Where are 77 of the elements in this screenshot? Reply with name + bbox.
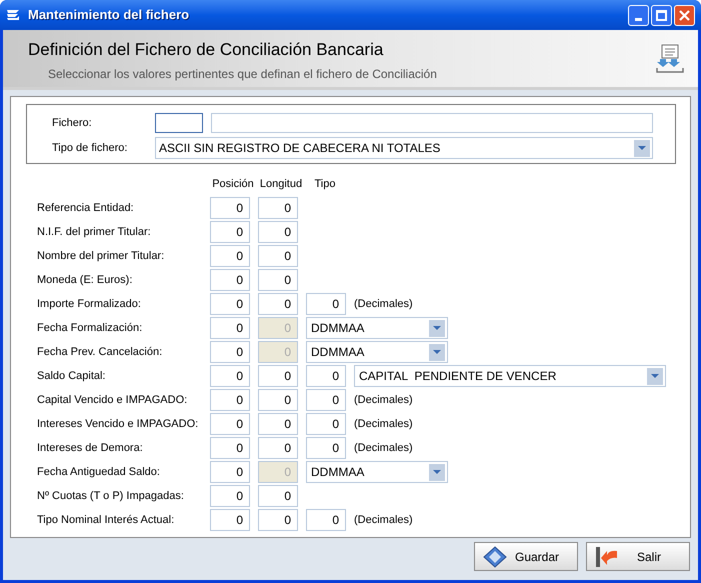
length-field[interactable]: 0 (258, 293, 298, 315)
field-label: Fecha Prev. Cancelación: (37, 344, 164, 360)
column-header: Tipo (314, 176, 336, 192)
header-title: Definición del Fichero de Conciliación Bancaria (28, 39, 384, 61)
file-name-field[interactable] (211, 113, 653, 133)
length-field[interactable]: 0 (258, 389, 298, 411)
position-field[interactable]: 0 (210, 197, 250, 219)
decimals-note: (Decimales) (354, 512, 413, 528)
file-label: Fichero: (52, 116, 93, 131)
file-type-label: Tipo de fichero: (52, 140, 128, 156)
field-label: Referencia Entidad: (37, 200, 135, 216)
minimize-button[interactable] (628, 4, 649, 26)
date-format-dropdown[interactable]: DDMMAA (306, 341, 448, 363)
field-label: Fecha Formalización: (37, 320, 144, 336)
window-title: Mantenimiento del fichero (28, 6, 190, 24)
length-field[interactable]: 0 (258, 509, 298, 531)
position-field[interactable]: 0 (210, 245, 250, 267)
date-format-dropdown[interactable]: DDMMAA (306, 317, 448, 339)
decimals-note: (Decimales) (354, 440, 413, 456)
field-label: Intereses de Demora: (37, 440, 144, 456)
field-label: Moneda (E: Euros): (37, 272, 134, 288)
field-label: N.I.F. del primer Titular: (37, 224, 152, 240)
download-document-icon (655, 44, 685, 74)
decimals-note: (Decimales) (354, 416, 413, 432)
exit-arrow-icon (595, 546, 619, 568)
diamond-icon (483, 546, 507, 568)
date-format-dropdown[interactable]: DDMMAA (306, 461, 448, 483)
maximize-icon (656, 10, 667, 20)
position-field[interactable]: 0 (210, 341, 250, 363)
file-type-dropdown[interactable]: ASCII SIN REGISTRO DE CABECERA NI TOTALES (155, 137, 653, 159)
length-field[interactable]: 0 (258, 365, 298, 387)
column-header: Posición (211, 176, 255, 192)
position-field[interactable]: 0 (210, 485, 250, 507)
type-field[interactable]: 0 (306, 509, 346, 531)
length-field[interactable]: 0 (258, 413, 298, 435)
close-icon (679, 10, 690, 20)
length-field[interactable]: 0 (258, 437, 298, 459)
length-field[interactable]: 0 (258, 269, 298, 291)
length-field[interactable]: 0 (258, 485, 298, 507)
length-field[interactable]: 0 (258, 245, 298, 267)
position-field[interactable]: 0 (210, 293, 250, 315)
type-field[interactable]: 0 (306, 365, 346, 387)
position-field[interactable]: 0 (210, 365, 250, 387)
exit-button[interactable]: Salir (586, 542, 690, 571)
field-label: Tipo Nominal Interés Actual: (37, 512, 176, 528)
position-field[interactable]: 0 (210, 461, 250, 483)
minimize-icon (635, 18, 642, 20)
field-label: Capital Vencido e IMPAGADO: (37, 392, 188, 408)
decimals-note: (Decimales) (354, 296, 413, 312)
length-field[interactable]: 0 (258, 197, 298, 219)
position-field[interactable]: 0 (210, 269, 250, 291)
type-field[interactable]: 0 (306, 293, 346, 315)
decimals-note: (Decimales) (354, 392, 413, 408)
column-header: Longitud (258, 176, 304, 192)
field-label: Saldo Capital: (37, 368, 106, 384)
file-code-field[interactable] (155, 113, 203, 133)
header-subtitle: Seleccionar los valores pertinentes que definan el fichero de Conciliación (48, 66, 437, 82)
field-label: Importe Formalizado: (37, 296, 142, 312)
type-field[interactable]: 0 (306, 413, 346, 435)
position-field[interactable]: 0 (210, 317, 250, 339)
maximize-button[interactable] (651, 4, 672, 26)
position-field[interactable]: 0 (210, 509, 250, 531)
close-button[interactable] (674, 4, 695, 26)
balance-type-dropdown[interactable]: CAPITAL PENDIENTE DE VENCER (354, 365, 666, 387)
type-field[interactable]: 0 (306, 437, 346, 459)
type-field[interactable]: 0 (306, 389, 346, 411)
app-icon (6, 8, 22, 22)
position-field[interactable]: 0 (210, 437, 250, 459)
field-label: Intereses Vencido e IMPAGADO: (37, 416, 200, 432)
position-field[interactable]: 0 (210, 389, 250, 411)
save-button[interactable]: Guardar (474, 542, 578, 571)
field-label: Nombre del primer Titular: (37, 248, 166, 264)
position-field[interactable]: 0 (210, 413, 250, 435)
length-field[interactable]: 0 (258, 221, 298, 243)
position-field[interactable]: 0 (210, 221, 250, 243)
field-label: Nº Cuotas (T o P) Impagadas: (37, 488, 185, 504)
field-label: Fecha Antiguedad Saldo: (37, 464, 161, 480)
